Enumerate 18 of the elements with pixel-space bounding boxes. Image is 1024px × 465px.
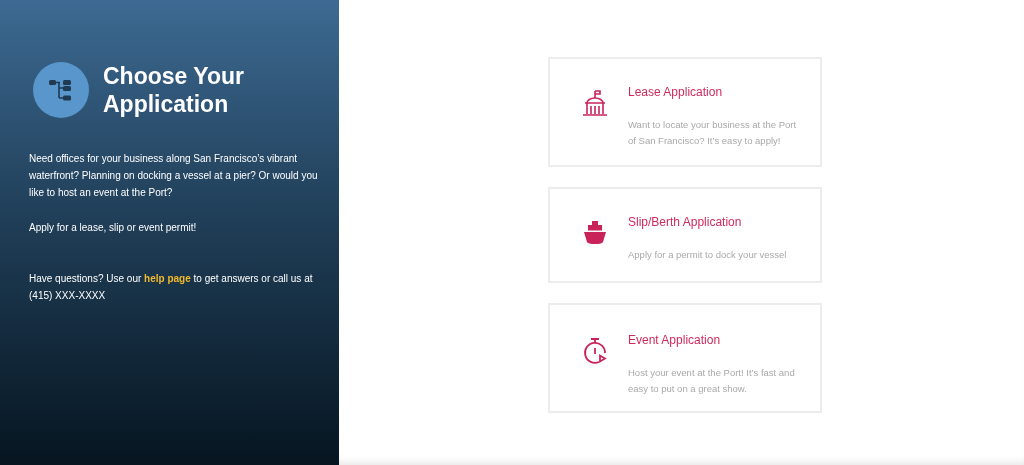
- application-card[interactable]: Slip/Berth Application Apply for a permit to dock your vessel: [548, 187, 822, 283]
- page-title: Choose Your Application: [103, 62, 245, 118]
- building-flag-icon: [582, 89, 608, 119]
- stopwatch-play-icon: [582, 337, 608, 365]
- intro-paragraph: Need offices for your business along San Francisco’s vibrant waterfront? Planning on docking a vessel at a pier? Or would you like to host an event at the Port?: [29, 152, 319, 200]
- help-page-link[interactable]: help page: [144, 273, 191, 284]
- card-description: Host your event at the Port! It’s fast and easy to put on a great show.: [628, 366, 796, 396]
- card-title[interactable]: Event Application: [628, 333, 804, 347]
- application-card[interactable]: Lease Application Want to locate your business at the Port of San Francisco? It’s easy to apply!: [548, 57, 822, 167]
- tree-diagram-icon: [48, 78, 74, 102]
- intro-paragraph: Apply for a lease, slip or event permit!: [29, 221, 198, 235]
- card-title[interactable]: Lease Application: [628, 85, 804, 99]
- application-card[interactable]: Event Application Host your event at the Port! It’s fast and easy to put on a great show.: [548, 303, 822, 413]
- card-description: Want to locate your business at the Port of San Francisco? It’s easy to apply!: [628, 118, 798, 148]
- card-description: Apply for a permit to dock your vessel: [628, 248, 787, 262]
- contact-text: Have questions? Use our help page to get answers or call us at (415) XXX-XXXX: [29, 272, 314, 303]
- card-title[interactable]: Slip/Berth Application: [628, 215, 787, 229]
- ship-icon: [582, 219, 608, 245]
